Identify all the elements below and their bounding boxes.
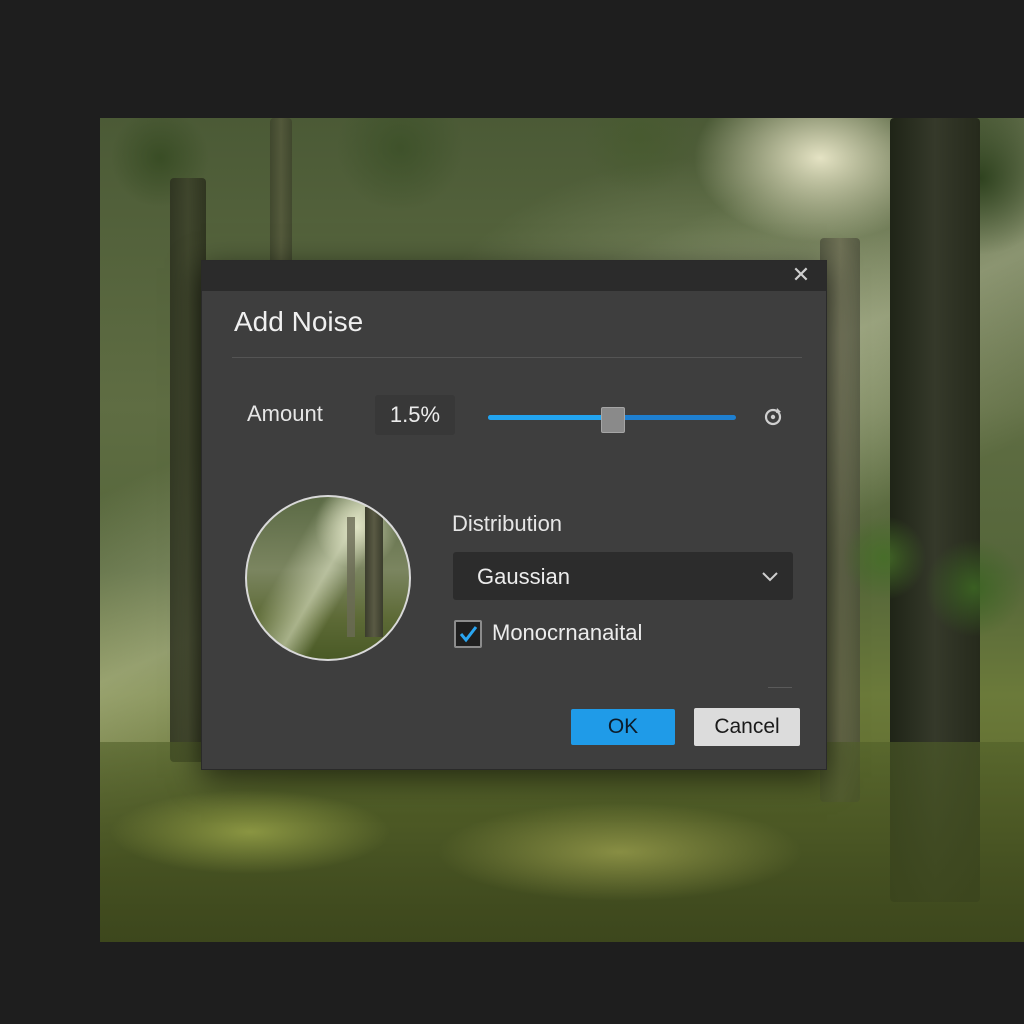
dialog-titlebar[interactable]: ✕: [202, 261, 826, 291]
distribution-value: Gaussian: [477, 564, 570, 589]
distribution-label: Distribution: [452, 511, 563, 536]
add-noise-dialog: ✕ Add Noise Amount 1.5% Distribution Gau…: [201, 260, 827, 770]
slider-fill: [488, 415, 612, 420]
chevron-down-icon: [759, 565, 781, 587]
title-divider: [232, 357, 802, 358]
foliage: [844, 498, 1024, 658]
amount-label: Amount: [247, 401, 323, 426]
close-icon[interactable]: ✕: [790, 264, 812, 286]
app-window: ✕ Add Noise Amount 1.5% Distribution Gau…: [0, 0, 1024, 1024]
dialog-title: Add Noise: [234, 306, 364, 337]
monochromatic-checkbox[interactable]: [454, 620, 482, 648]
divider: [768, 687, 792, 688]
preview-thumbnail[interactable]: [245, 495, 411, 661]
amount-input[interactable]: 1.5%: [375, 395, 455, 435]
preview-tree: [365, 507, 383, 637]
ok-button[interactable]: OK: [571, 709, 675, 745]
distribution-dropdown[interactable]: Gaussian: [453, 552, 793, 600]
monochromatic-label[interactable]: Monocrnanaital: [492, 620, 642, 646]
amount-slider[interactable]: [488, 407, 736, 433]
slider-thumb[interactable]: [601, 407, 625, 433]
preview-tree: [347, 517, 355, 637]
checkmark-icon: [459, 626, 478, 643]
reset-icon[interactable]: [762, 406, 784, 428]
cancel-button[interactable]: Cancel: [694, 708, 800, 746]
forest-floor: [100, 742, 1024, 942]
